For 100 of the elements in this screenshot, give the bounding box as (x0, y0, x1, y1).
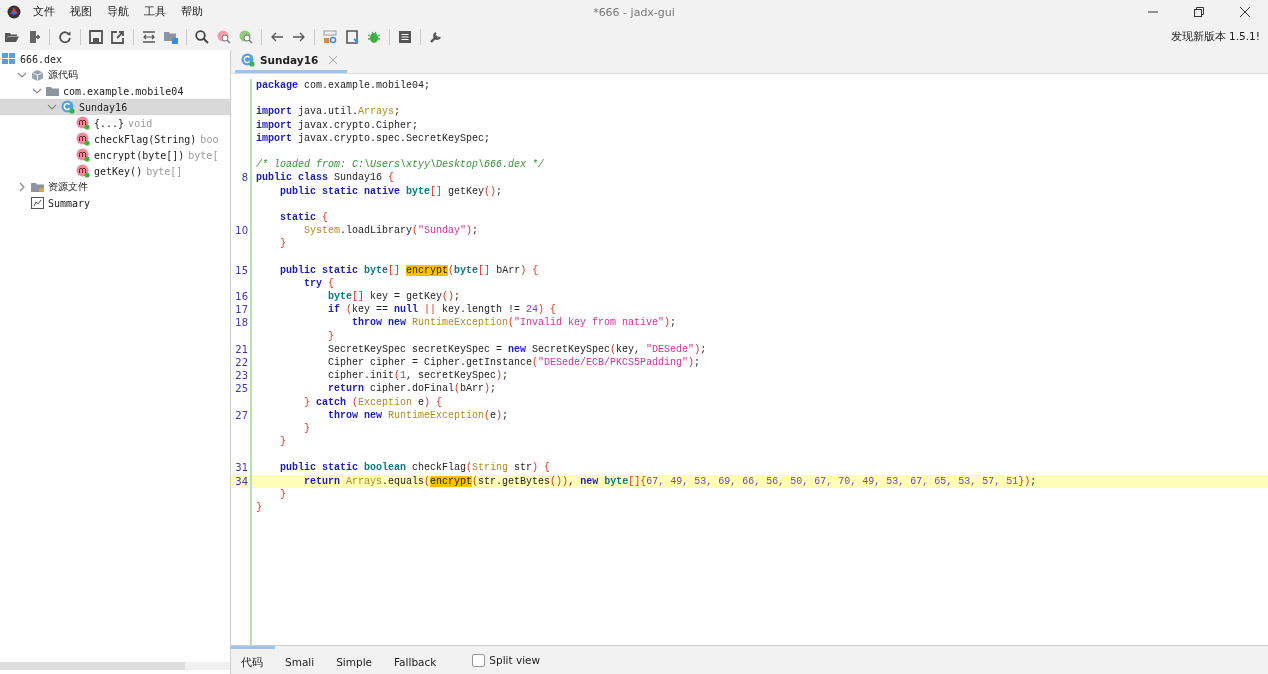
class-icon (241, 53, 255, 67)
forward-icon[interactable] (292, 30, 306, 44)
close-icon[interactable] (1240, 7, 1250, 17)
chevron-icon[interactable] (17, 182, 27, 192)
export-icon[interactable] (111, 30, 125, 44)
sync-icon[interactable] (142, 30, 156, 44)
code-line: Cipher cipher = Cipher.getInstance("DESede/ECB/PKCS5Padding"); (327, 355, 701, 370)
line-number: 25 (235, 383, 248, 395)
menu-item[interactable]: 帮助 (181, 5, 203, 19)
tree-item[interactable]: {...} void (0, 115, 230, 131)
code-line: byte[] key = getKey(); (327, 290, 461, 304)
document-icon[interactable] (345, 30, 359, 44)
code-line: /* loaded from: C:\Users\xtyy\Desktop\666.dex */ (256, 158, 545, 172)
code-line: static { (279, 210, 329, 225)
tree-item[interactable]: 资源文件 (0, 179, 230, 195)
line-number: 10 (235, 225, 248, 237)
menu-item[interactable]: 视图 (70, 5, 92, 19)
line-number: 8 (241, 172, 248, 184)
app-logo-icon (7, 5, 21, 19)
add-files-icon[interactable] (27, 30, 41, 44)
method-icon (76, 132, 90, 146)
line-number: 27 (235, 409, 248, 421)
code-line: package com.example.mobile04; (256, 79, 431, 93)
tree-item[interactable]: Summary (0, 195, 230, 211)
line-number: 15 (235, 264, 248, 276)
code-line: if (key == null || key.length != 24) { (327, 303, 557, 317)
tree-item[interactable]: checkFlag(String) boo (0, 131, 230, 147)
code-line: } (279, 487, 286, 501)
device-icon[interactable] (323, 30, 337, 44)
tree-label: encrypt(byte[]) (94, 149, 185, 161)
line-number: 21 (235, 343, 248, 355)
code-line: throw new RuntimeException("Invalid key from native"); (351, 316, 677, 330)
code-line: import javax.crypto.Cipher; (256, 118, 419, 132)
code-line: public class Sunday16 { (256, 171, 395, 185)
search-usage-icon[interactable] (239, 30, 253, 44)
tree-label: 源代码 (48, 68, 78, 82)
line-number: 31 (235, 462, 248, 474)
save-icon[interactable] (89, 30, 103, 44)
line-number: 22 (235, 356, 248, 368)
log-icon[interactable] (398, 30, 412, 44)
folder-icon (46, 85, 59, 97)
folder-open-icon[interactable] (5, 30, 19, 44)
tree-label: getKey() (94, 165, 143, 177)
tree-item[interactable]: com.example.mobile04 (0, 83, 230, 99)
method-icon (76, 164, 90, 178)
update-notice[interactable]: 发现新版本 1.5.1! (1170, 30, 1268, 44)
search-icon[interactable] (195, 30, 209, 44)
chevron-icon[interactable] (47, 102, 57, 112)
code-line: } (303, 421, 310, 436)
search-class-icon[interactable] (217, 30, 231, 44)
type-label: void (128, 117, 153, 129)
view-tab[interactable]: Simple (326, 645, 385, 674)
tree-item[interactable]: 源代码 (0, 67, 230, 83)
checkbox-label: Split view (489, 654, 541, 666)
refresh-icon[interactable] (58, 30, 72, 44)
menu-item[interactable]: 导航 (107, 5, 129, 19)
checkbox[interactable] (472, 653, 486, 667)
type-label: byte[ (188, 149, 219, 161)
code-line: } catch (Exception e) { (303, 395, 443, 409)
menu-item[interactable]: 工具 (144, 5, 166, 19)
code-line: import java.util.Arrays; (256, 105, 401, 119)
chevron-icon[interactable] (32, 86, 42, 96)
bug-icon[interactable] (367, 30, 381, 44)
code-line: } (327, 329, 334, 343)
tree-item[interactable]: 666.dex (0, 51, 230, 67)
maximize-icon[interactable] (1194, 7, 1204, 17)
line-number: 16 (235, 291, 248, 302)
line-number: 17 (235, 304, 248, 316)
scrollbar[interactable] (0, 662, 230, 670)
code-line: cipher.init(1, secretKeySpec); (327, 369, 509, 383)
view-tab[interactable]: Fallback (384, 645, 449, 674)
chart-icon (31, 197, 44, 209)
chevron-icon[interactable] (17, 70, 27, 80)
code-line: SecretKeySpec secretKeySpec = new SecretKeySpec(key, "DESede"); (327, 342, 707, 356)
line-number: 23 (235, 370, 248, 382)
tree-label: Summary (48, 197, 91, 209)
tree-item[interactable]: encrypt(byte[]) byte[ (0, 147, 230, 163)
tree-label: com.example.mobile04 (63, 85, 184, 97)
class-icon (61, 100, 75, 114)
tree-label: 666.dex (20, 53, 63, 65)
code-line: public static byte[] encrypt(byte[] bArr) { (279, 263, 539, 277)
tree-item[interactable]: Sunday16 (0, 99, 230, 115)
line-number: 34 (235, 475, 248, 487)
tree-item[interactable]: getKey() byte[] (0, 163, 230, 179)
grid-icon (2, 53, 16, 65)
back-icon[interactable] (270, 30, 284, 44)
code-line: } (279, 435, 286, 449)
folder-grid-icon[interactable] (164, 30, 178, 44)
tree-label: {...} (94, 117, 125, 129)
code-line: System.loadLibrary("Sunday"); (303, 224, 479, 238)
view-tab[interactable]: 代码 (231, 645, 275, 674)
code-line: import javax.crypto.spec.SecretKeySpec; (256, 131, 491, 145)
tree-label: checkFlag(String) (94, 133, 197, 145)
view-tab[interactable]: Smali (275, 645, 327, 674)
menu-item[interactable]: 文件 (33, 5, 55, 19)
tree-label: Sunday16 (79, 101, 128, 113)
folder-icon (31, 181, 44, 193)
method-icon (76, 116, 90, 130)
code-line: return cipher.doFinal(bArr); (327, 382, 497, 396)
settings-icon[interactable] (429, 30, 443, 44)
